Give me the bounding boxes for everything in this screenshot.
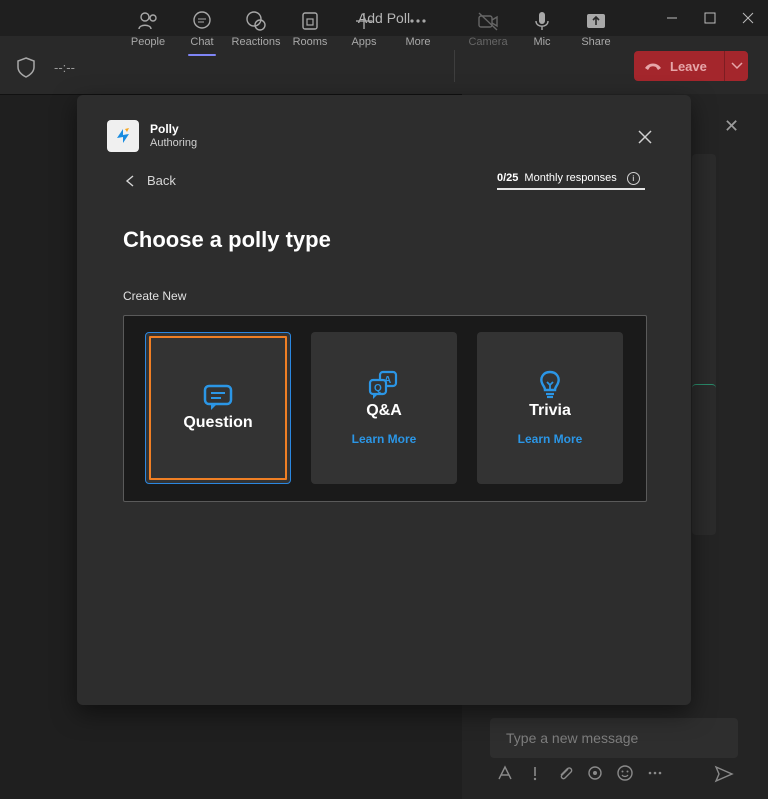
maximize-icon [704, 12, 716, 24]
message-card [692, 154, 716, 404]
chevron-down-icon [730, 62, 743, 70]
type-card-trivia[interactable]: Trivia Learn More [477, 332, 623, 484]
section-label: Create New [123, 289, 187, 303]
app-subtitle: Authoring [150, 137, 198, 149]
camera-label: Camera [468, 36, 508, 48]
call-timer: --:-- [54, 60, 75, 75]
more-options-icon[interactable] [646, 764, 664, 782]
close-dialog-button[interactable] [635, 127, 655, 147]
back-label: Back [147, 173, 176, 188]
rooms-label: Rooms [292, 36, 328, 48]
share-label: Share [581, 36, 611, 48]
shield-icon [16, 56, 36, 83]
leave-options-button[interactable] [725, 62, 748, 70]
chevron-left-icon [125, 174, 134, 187]
send-button[interactable] [714, 764, 734, 789]
selection-highlight [149, 336, 287, 480]
polly-logo [107, 120, 139, 152]
polly-logo-icon [117, 128, 129, 143]
type-card-qa[interactable]: A Q Q&A Learn More [311, 332, 457, 484]
leave-label: Leave [670, 58, 707, 74]
maximize-button[interactable] [690, 0, 730, 36]
rooms-icon [302, 12, 318, 30]
share-button[interactable]: Share [570, 6, 622, 54]
toolbar-divider [454, 50, 455, 82]
format-icon[interactable] [496, 764, 514, 782]
type-card-question[interactable]: Question [145, 332, 291, 484]
chat-button[interactable]: Chat [176, 6, 228, 56]
quota-label: Monthly responses [524, 172, 617, 184]
message-input[interactable]: Type a new message [490, 718, 738, 758]
more-button[interactable]: More [392, 6, 444, 54]
reactions-button[interactable]: Reactions [230, 6, 282, 54]
camera-off-icon [478, 12, 498, 31]
close-window-button[interactable] [728, 0, 768, 36]
monthly-responses-quota: 0/25 Monthly responses i [497, 167, 645, 189]
camera-button[interactable]: Camera [462, 6, 514, 54]
plus-icon [356, 13, 372, 29]
close-icon [638, 130, 652, 144]
more-icon [410, 19, 426, 23]
back-button[interactable]: Back [125, 173, 176, 188]
phone-hangup-icon [645, 63, 661, 70]
message-placeholder: Type a new message [506, 730, 639, 746]
chat-label: Chat [190, 36, 214, 48]
message-card [692, 384, 716, 535]
more-label: More [405, 36, 431, 48]
attach-icon[interactable] [556, 764, 574, 782]
quota-count: 0/25 [497, 172, 519, 184]
mic-icon [535, 12, 549, 30]
apps-button[interactable]: Apps [338, 6, 390, 54]
minimize-icon [667, 17, 677, 19]
people-button[interactable]: People [122, 6, 174, 54]
mic-button[interactable]: Mic [516, 6, 568, 54]
apps-label: Apps [351, 36, 377, 48]
learn-more-link[interactable]: Learn More [352, 432, 417, 446]
add-poll-dialog: Polly Authoring Back 0/25 Monthly respon… [77, 95, 691, 705]
reactions-icon [246, 11, 266, 31]
quota-underline [497, 188, 645, 190]
important-icon[interactable] [526, 764, 544, 782]
page-title: Choose a polly type [123, 227, 331, 252]
compose-toolbar [496, 764, 664, 782]
type-label: Q&A [366, 402, 402, 419]
lightbulb-icon [540, 370, 560, 399]
loop-icon[interactable] [586, 764, 604, 782]
emoji-icon[interactable] [616, 764, 634, 782]
close-icon [742, 12, 754, 24]
app-name: Polly [150, 122, 179, 136]
mic-label: Mic [533, 36, 551, 48]
rooms-button[interactable]: Rooms [284, 6, 336, 54]
info-icon[interactable]: i [626, 171, 640, 185]
chat-icon [193, 11, 211, 29]
type-label: Trivia [529, 402, 571, 419]
people-icon [138, 12, 157, 30]
minimize-button[interactable] [652, 0, 692, 36]
share-tray-icon [587, 14, 605, 28]
leave-button[interactable]: Leave [634, 51, 748, 81]
learn-more-link[interactable]: Learn More [518, 432, 583, 446]
poll-type-list: Question A Q Q&A Learn More Trivia Learn… [123, 315, 647, 502]
send-icon [714, 765, 734, 783]
svg-text:Q: Q [374, 383, 382, 394]
reactions-label: Reactions [231, 36, 281, 48]
panel-close-icon[interactable]: ✕ [724, 116, 739, 137]
people-label: People [130, 36, 166, 48]
qa-icon: A Q [368, 370, 398, 399]
